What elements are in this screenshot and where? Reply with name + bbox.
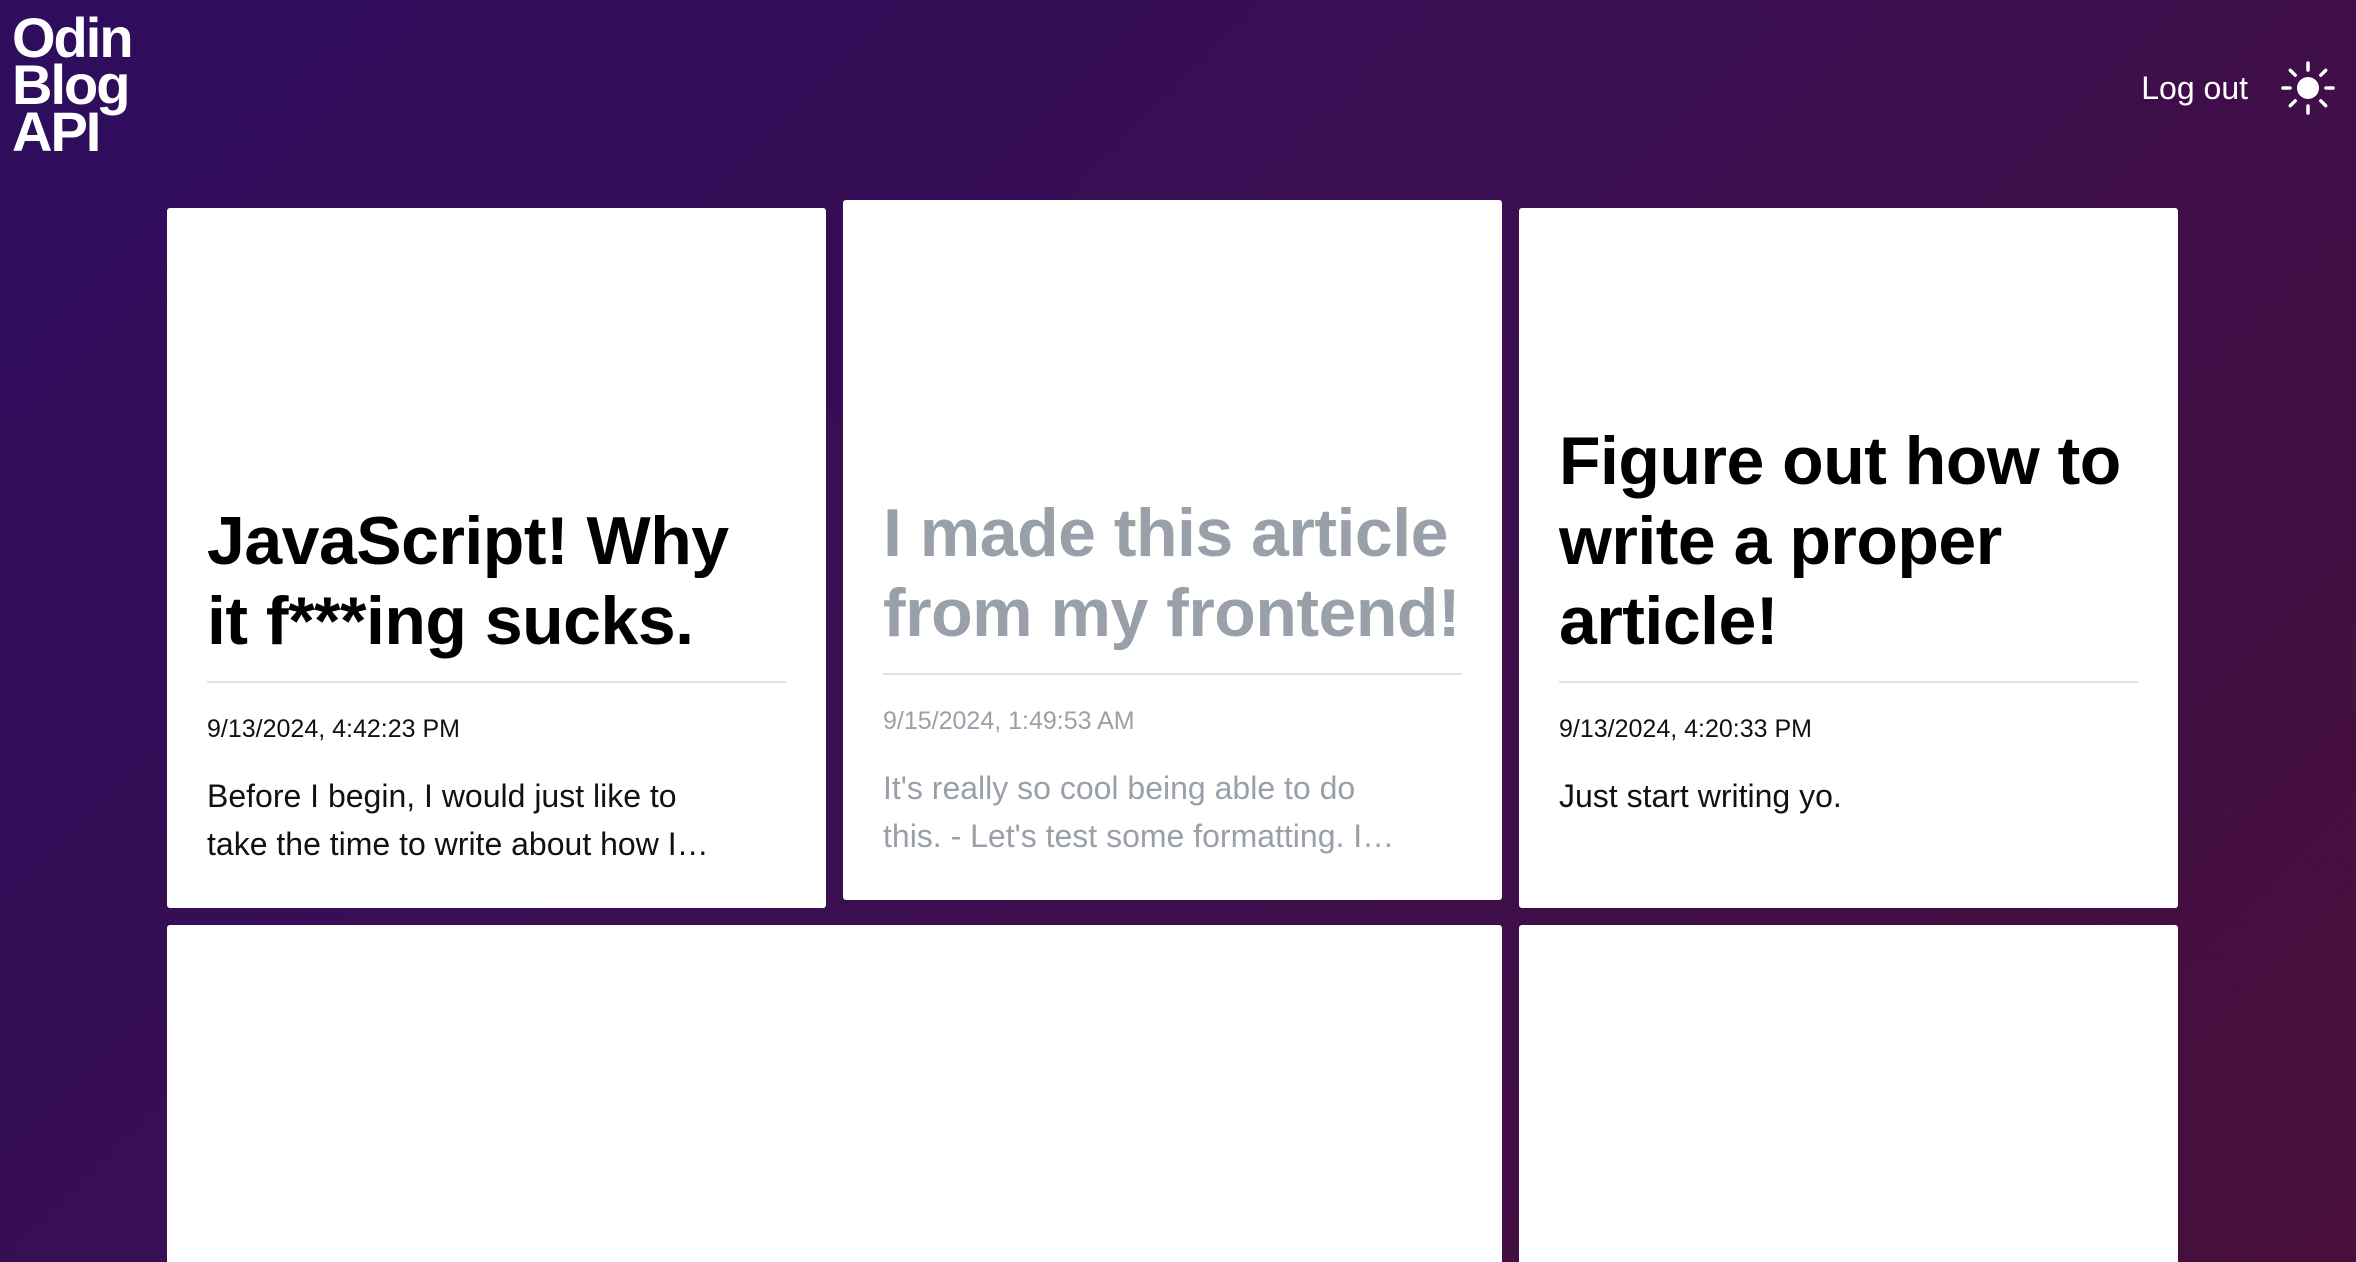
post-title: JavaScript! Why it f***ing sucks. xyxy=(207,503,729,659)
post-excerpt: Before I begin, I would just like to tak… xyxy=(207,778,709,862)
post-date: 9/15/2024, 1:49:53 AM xyxy=(883,707,1135,735)
post-date: 9/13/2024, 4:20:33 PM xyxy=(1559,715,1812,743)
post-date: 9/13/2024, 4:42:23 PM xyxy=(207,715,460,743)
post-card-unpublished[interactable]: I made this article from my frontend! 9/… xyxy=(843,200,1502,900)
post-card-wide[interactable] xyxy=(167,925,1502,1262)
post-title: Figure out how to write a proper article… xyxy=(1559,423,2121,659)
post-card[interactable]: Figure out how to write a proper article… xyxy=(1519,208,2178,908)
post-excerpt: It's really so cool being able to do thi… xyxy=(883,770,1395,854)
post-divider xyxy=(207,681,786,683)
logout-link[interactable]: Log out xyxy=(2141,70,2248,107)
sun-icon xyxy=(2281,61,2335,115)
header-actions: Log out xyxy=(2141,60,2336,116)
post-card[interactable]: JavaScript! Why it f***ing sucks. 9/13/2… xyxy=(167,208,826,908)
post-divider xyxy=(1559,681,2138,683)
theme-toggle-button[interactable] xyxy=(2280,60,2336,116)
post-card-content: I made this article from my frontend! 9/… xyxy=(883,493,1462,860)
post-title: I made this article from my frontend! xyxy=(883,495,1461,651)
post-excerpt: Just start writing yo. xyxy=(1559,778,1842,814)
post-divider xyxy=(883,673,1462,675)
post-card-content: JavaScript! Why it f***ing sucks. 9/13/2… xyxy=(207,501,786,868)
post-card-content: Figure out how to write a proper article… xyxy=(1559,421,2138,868)
post-card[interactable] xyxy=(1519,925,2178,1262)
site-logo[interactable]: Odin Blog API xyxy=(12,10,134,160)
